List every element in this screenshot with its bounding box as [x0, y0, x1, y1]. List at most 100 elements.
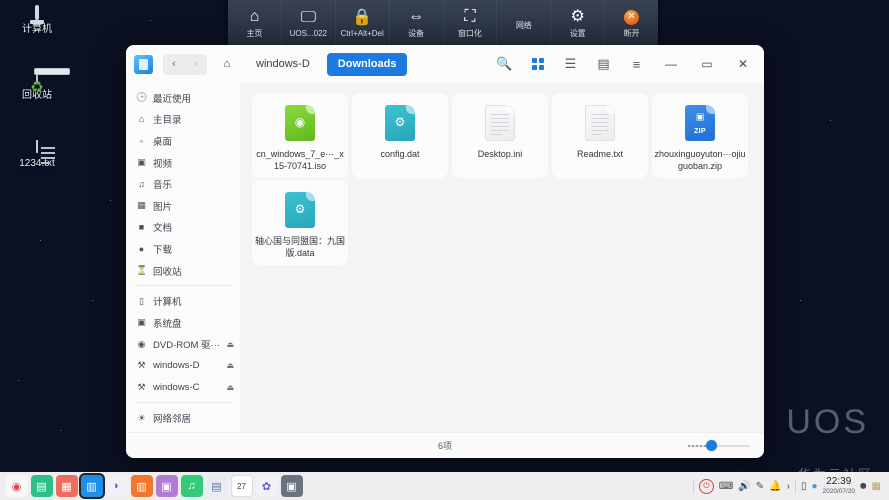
remote-desktop-toolbar: ⌂ 主页 🖵 UOS...022 🔒 Ctrl+Alt+Del ⇔ 设备 ⛶ 窗… [228, 0, 658, 48]
status-bar: 6项 [126, 432, 764, 458]
remote-toolbar-windowed[interactable]: ⛶ 窗口化 [444, 0, 498, 48]
file-item[interactable]: ⚙ 轴心国与同盟国：九国版.data [252, 180, 348, 265]
sidebar-item-windows-d[interactable]: ⚒ windows-D ⏏ [126, 355, 240, 377]
sidebar-item-label: 网络邻居 [153, 411, 234, 425]
icon-size-slider[interactable] [688, 440, 750, 452]
sidebar-item-label: 视频 [153, 156, 234, 170]
file-item[interactable]: ⚙ config.dat [352, 93, 448, 178]
file-name: zhouxinguoyuton···ojiuguoban.zip [654, 148, 746, 172]
sidebar-item-downloads[interactable]: ● 下载 [126, 238, 240, 260]
file-item[interactable]: ▣ ZIP zhouxinguoyuton···ojiuguoban.zip [652, 93, 748, 178]
zip-tag-label: ZIP [694, 128, 706, 135]
search-icon[interactable]: 🔍 [491, 51, 518, 77]
taskbar-music-player[interactable]: ♫ [181, 475, 203, 497]
minimize-button[interactable]: — [656, 51, 686, 77]
file-list-area[interactable]: ◉ cn_windows_7_e···_x15-70741.iso ⚙ conf… [240, 83, 764, 432]
sidebar-item-music[interactable]: ♫ 音乐 [126, 173, 240, 195]
trash-icon: ⏳ [136, 265, 147, 276]
detail-view-icon[interactable]: ▤ [590, 51, 617, 77]
volume-icon[interactable]: 🔊 [738, 481, 750, 492]
remote-toolbar-session[interactable]: 🖵 UOS...022 [282, 0, 336, 48]
taskbar-settings[interactable]: ✿ [256, 475, 278, 497]
sidebar-item-windows-c[interactable]: ⚒ windows-C ⏏ [126, 377, 240, 399]
taskbar-remote-desktop[interactable]: ▣ [281, 475, 303, 497]
remote-toolbar-network[interactable]: 网络 [497, 0, 551, 48]
trash-icon: ♻ [6, 72, 68, 85]
usb-drive-icon: ⚒ [136, 382, 147, 393]
remote-toolbar-label: 主页 [246, 28, 262, 39]
keyboard-icon[interactable]: ⌨ [719, 481, 733, 492]
file-item[interactable]: ◉ cn_windows_7_e···_x15-70741.iso [252, 93, 348, 178]
breadcrumb-downloads[interactable]: Downloads [327, 53, 408, 76]
close-button[interactable]: ✕ [728, 51, 758, 77]
clock[interactable]: 22:39 2020/07/20 [823, 477, 856, 496]
sidebar-item-system-disk[interactable]: ▣ 系统盘 [126, 312, 240, 334]
taskbar-terminal[interactable]: ▤ [31, 475, 53, 497]
sidebar-item-label: 桌面 [153, 134, 234, 148]
maximize-button[interactable]: ▭ [692, 51, 722, 77]
slider-knob[interactable] [706, 440, 717, 451]
sidebar-item-pictures[interactable]: ▦ 图片 [126, 195, 240, 217]
desktop-icon-computer[interactable]: 计算机 [6, 6, 68, 36]
taskbar: ◉ ▤ ▦ ▥ ◗ ▥ ▣ ♫ ▤ 27 ✿ ▣ ⏻ ⌨ 🔊 ✎ 🔔 › ▯ ●… [0, 472, 889, 500]
desktop-icon-1234-txt[interactable]: 1234.txt [6, 140, 68, 170]
eject-icon[interactable]: ⏏ [226, 340, 234, 349]
picture-icon: ▦ [136, 200, 147, 211]
remote-toolbar-device[interactable]: ⇔ 设备 [390, 0, 444, 48]
file-manager-titlebar: ‹ › ⌂ windows-D Downloads 🔍 ☰ ▤ ≡ — ▭ ✕ [126, 45, 764, 83]
power-icon[interactable]: ⏻ [699, 479, 714, 494]
taskbar-image-viewer[interactable]: ▣ [156, 475, 178, 497]
sidebar-item-home[interactable]: ⌂ 主目录 [126, 109, 240, 131]
remote-toolbar-ctrl-alt-del[interactable]: 🔒 Ctrl+Alt+Del [336, 0, 390, 48]
remote-toolbar-label: 设置 [570, 28, 586, 39]
taskbar-store[interactable]: ▥ [131, 475, 153, 497]
list-view-icon[interactable]: ☰ [557, 51, 584, 77]
remote-toolbar-settings[interactable]: ⚙ 设置 [551, 0, 605, 48]
menu-icon[interactable]: ≡ [623, 51, 650, 77]
file-name: config.dat [354, 148, 446, 160]
home-breadcrumb-icon[interactable]: ⌂ [215, 53, 239, 75]
brightness-icon[interactable]: ✎ [756, 481, 764, 492]
display-icon[interactable]: ▯ [801, 481, 807, 492]
taskbar-calendar[interactable]: 27 [231, 475, 253, 497]
network-icon: ☀ [136, 413, 147, 424]
file-item[interactable]: Desktop.ini [452, 93, 548, 178]
remote-toolbar-disconnect[interactable]: ✕ 断开 [605, 0, 658, 48]
forward-button[interactable]: › [185, 54, 207, 75]
remote-toolbar-home[interactable]: ⌂ 主页 [228, 0, 282, 48]
sidebar-item-dvd-rom[interactable]: ◉ DVD-ROM 驱··· ⏏ [126, 334, 240, 356]
text-file-icon [485, 105, 515, 141]
tray-end-icon[interactable]: ▦ [872, 481, 881, 492]
sidebar-item-desktop[interactable]: ▫ 桌面 [126, 130, 240, 152]
file-item[interactable]: Readme.txt [552, 93, 648, 178]
sidebar-item-computer[interactable]: ▯ 计算机 [126, 290, 240, 312]
sidebar-item-videos[interactable]: ▣ 视频 [126, 152, 240, 174]
desktop-icon-label: 计算机 [22, 24, 52, 35]
taskbar-app-store[interactable]: ▦ [56, 475, 78, 497]
breadcrumb-windows-d[interactable]: windows-D [245, 53, 321, 76]
taskbar-launcher[interactable]: ◉ [6, 475, 28, 497]
sidebar-item-recent[interactable]: 🕒 最近使用 [126, 87, 240, 109]
remote-toolbar-label: 断开 [624, 28, 640, 39]
taskbar-file-manager[interactable]: ▥ [81, 475, 103, 497]
eject-icon[interactable]: ⏏ [226, 361, 234, 370]
taskbar-browser[interactable]: ◗ [106, 475, 128, 497]
sidebar-item-trash[interactable]: ⏳ 回收站 [126, 260, 240, 282]
network-globe-icon[interactable]: ● [811, 481, 817, 492]
bell-icon[interactable]: 🔔 [769, 481, 781, 492]
taskbar-document-viewer[interactable]: ▤ [206, 475, 228, 497]
shutdown-icon[interactable]: ⏺ [860, 478, 867, 494]
sidebar-item-documents[interactable]: ■ 文档 [126, 217, 240, 239]
chevron-right-icon[interactable]: › [787, 481, 790, 492]
desktop-icon-recycle-bin[interactable]: ♻ 回收站 [6, 72, 68, 102]
sidebar-divider [134, 402, 232, 403]
icon-view-icon[interactable] [524, 51, 551, 77]
back-button[interactable]: ‹ [163, 54, 185, 75]
remote-toolbar-label: Ctrl+Alt+Del [341, 29, 384, 38]
sidebar-item-network[interactable]: ☀ 网络邻居 [126, 407, 240, 429]
zip-file-icon: ▣ ZIP [685, 105, 715, 141]
clock-icon: 🕒 [136, 92, 147, 103]
eject-icon[interactable]: ⏏ [226, 383, 234, 392]
music-icon: ♫ [136, 179, 147, 189]
item-count-label: 6项 [438, 439, 452, 452]
